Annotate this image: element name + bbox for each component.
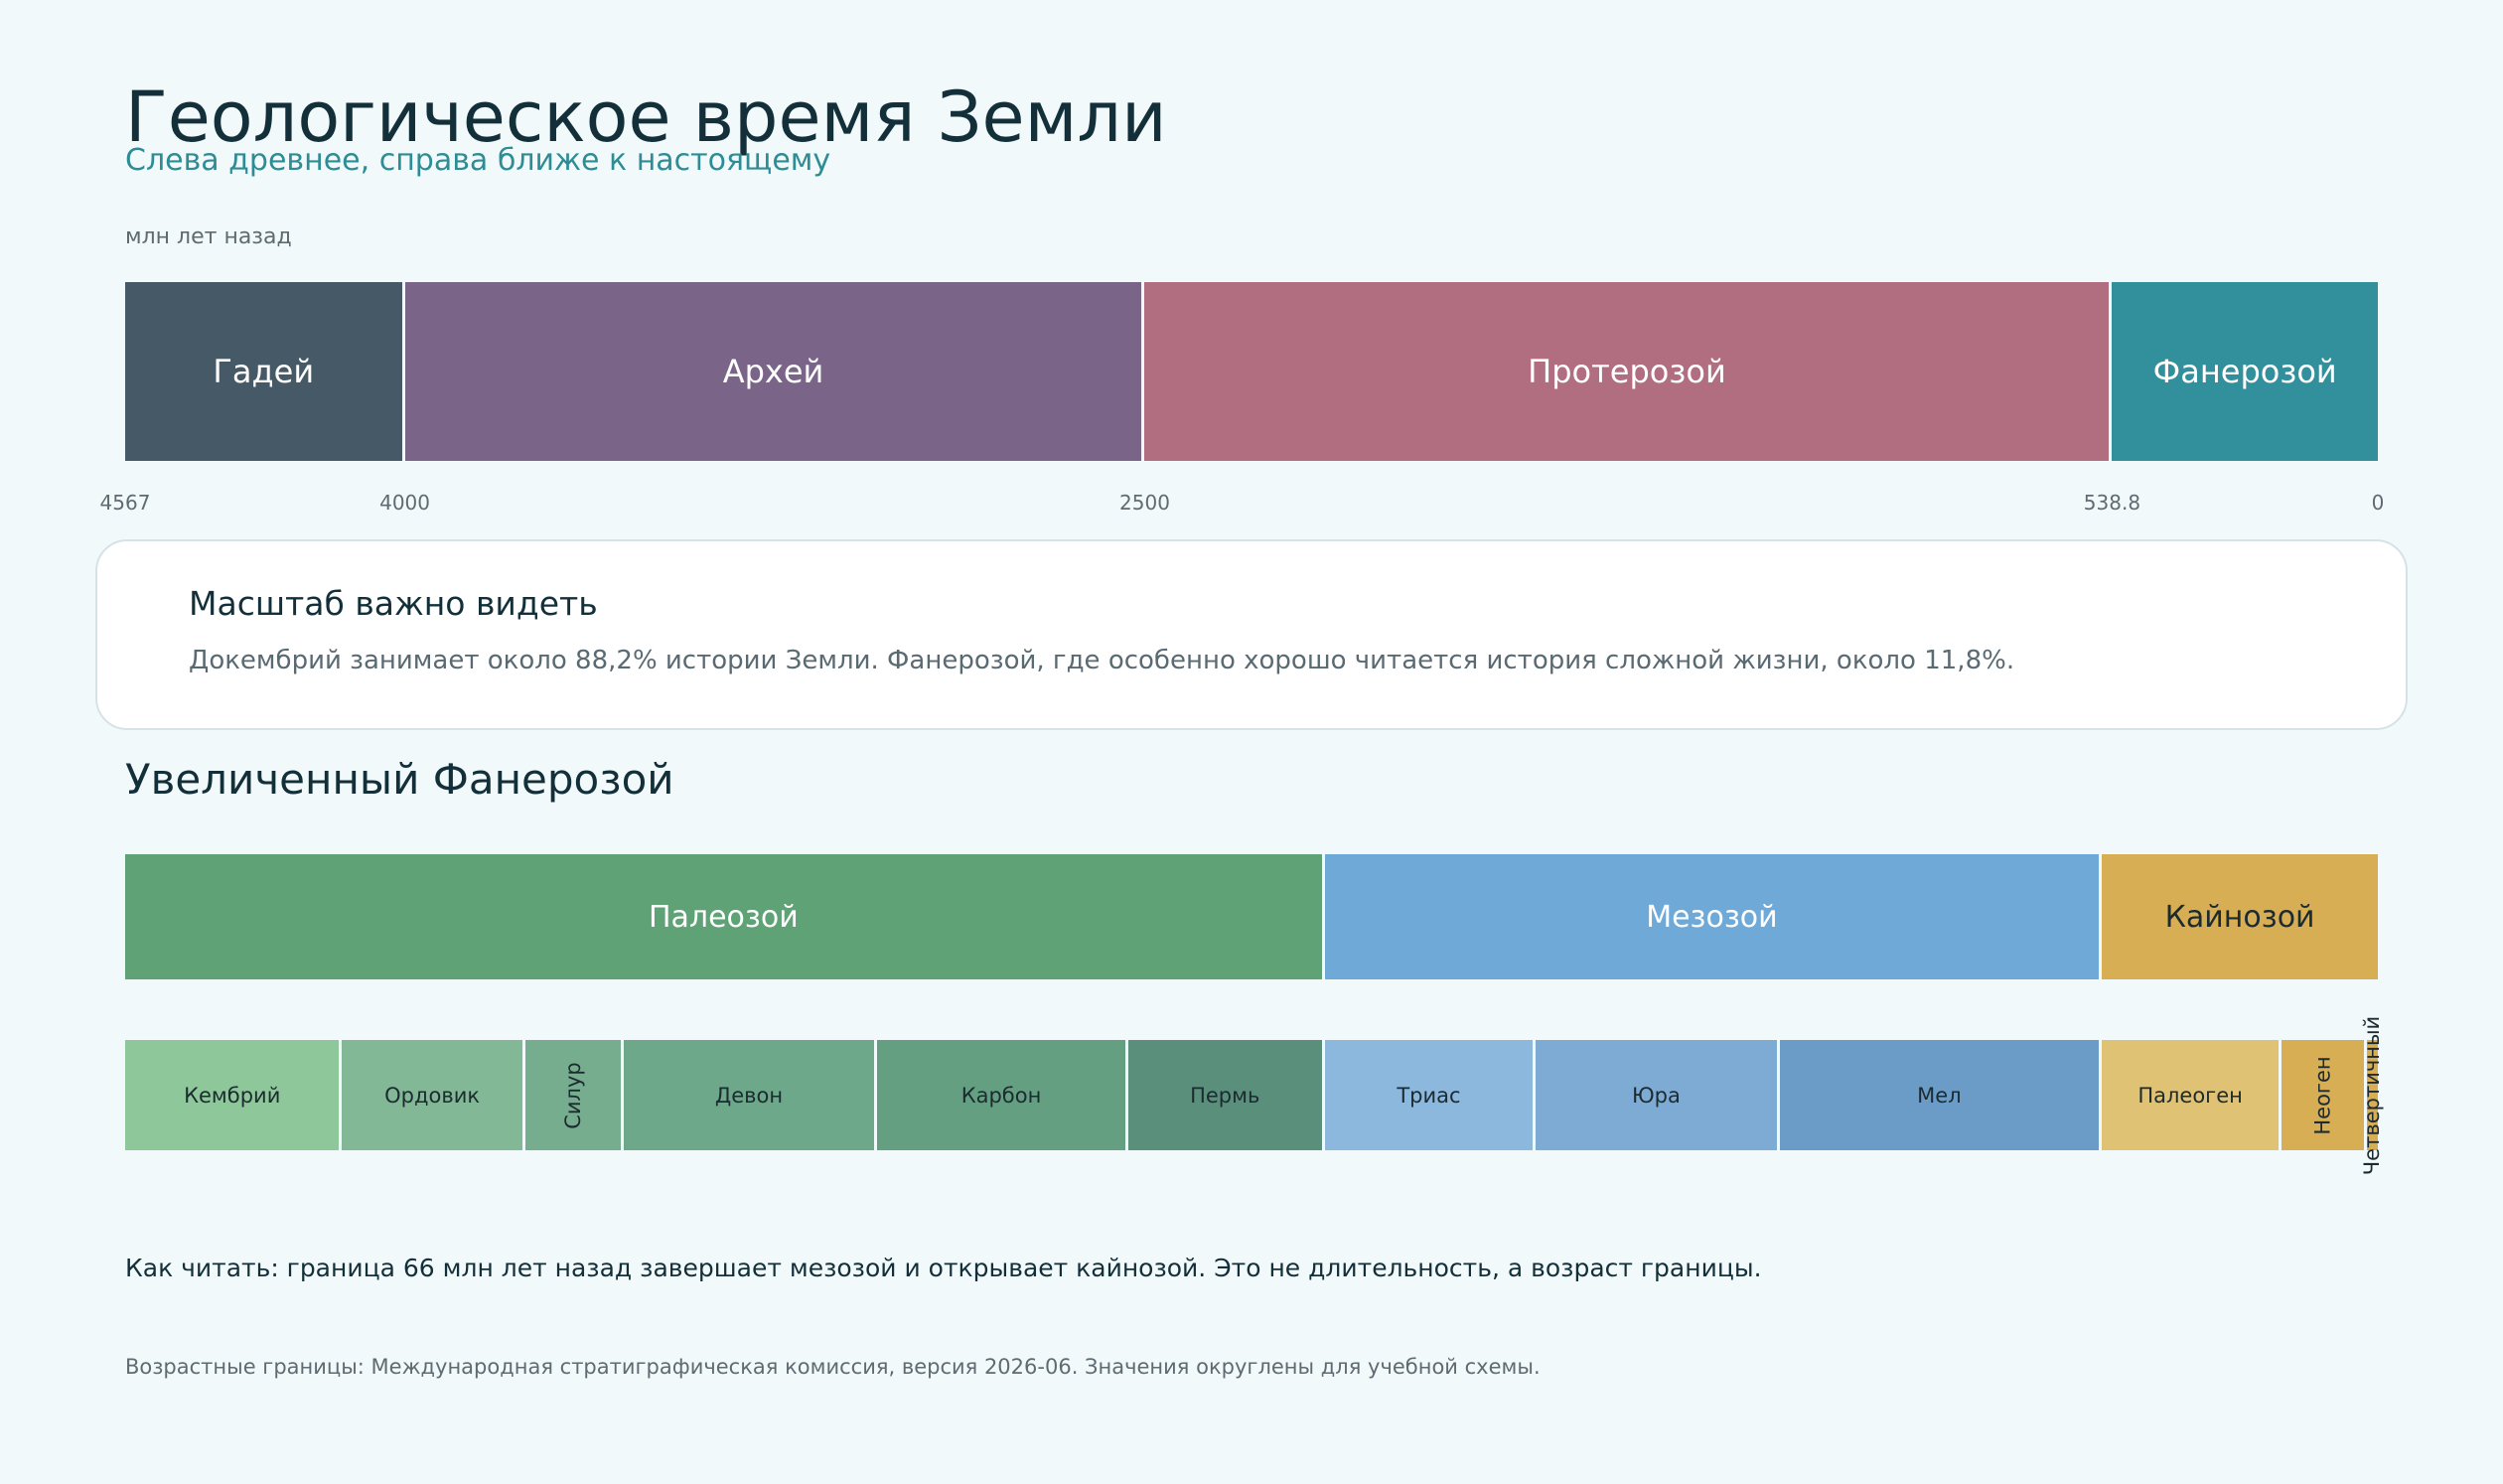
period-segment: Девон [623, 1040, 878, 1150]
eon-segment: Архей [404, 282, 1145, 461]
period-label: Карбон [960, 1083, 1042, 1108]
era-segment: Кайнозой [2102, 854, 2378, 979]
period-label: Девон [714, 1083, 784, 1108]
eon-label: Протерозой [1528, 353, 1726, 390]
period-label: Юра [1631, 1083, 1681, 1108]
zoom-section-title: Увеличенный Фанерозой [125, 755, 674, 804]
axis-tick-label: 2500 [1119, 491, 1170, 515]
axis-tick-label: 4567 [99, 491, 151, 515]
period-segment: Пермь [1127, 1040, 1325, 1150]
period-segment: Триас [1324, 1040, 1537, 1150]
eon-segment: Гадей [125, 282, 405, 461]
period-segment: Мел [1779, 1040, 2103, 1150]
period-segment: Ордовик [342, 1040, 525, 1150]
eon-label: Гадей [213, 353, 315, 390]
period-segment: Четвертичный [2361, 1015, 2385, 1174]
source-note: Возрастные границы: Международная страти… [125, 1355, 1541, 1379]
era-label: Мезозой [1646, 899, 1778, 935]
era-label: Кайнозой [2164, 899, 2315, 935]
period-label: Пермь [1190, 1083, 1260, 1108]
eon-segment: Протерозой [1144, 282, 2113, 461]
period-segment: Юра [1536, 1040, 1780, 1150]
axis-tick-label: 4000 [379, 491, 431, 515]
era-segment: Палеозой [125, 854, 1325, 979]
era-label: Палеозой [648, 899, 799, 935]
period-label: Мел [1917, 1083, 1962, 1108]
period-segment: Палеоген [2102, 1040, 2282, 1150]
period-label: Четвертичный [2360, 1015, 2385, 1175]
page-subtitle: Слева древнее, справа ближе к настоящему [125, 143, 831, 178]
note-title: Масштаб важно видеть [189, 584, 598, 623]
howto-text: Как читать: граница 66 млн лет назад зав… [125, 1254, 1762, 1282]
period-label: Триас [1397, 1083, 1461, 1108]
period-segment: Кембрий [125, 1040, 343, 1150]
period-segment: Неоген [2282, 1040, 2368, 1150]
period-label: Неоген [2310, 1055, 2335, 1135]
period-label: Палеоген [2137, 1083, 2243, 1108]
era-segment: Мезозой [1324, 854, 2103, 979]
note-text: Докембрий занимает около 88,2% истории З… [189, 646, 2015, 675]
axis-tick-label: 0 [2371, 491, 2385, 515]
axis-tick-label: 538.8 [2083, 491, 2141, 515]
eon-label: Фанерозой [2152, 353, 2337, 390]
period-label: Ордовик [384, 1083, 481, 1108]
period-label: Силур [560, 1061, 585, 1129]
period-segment: Карбон [877, 1040, 1128, 1150]
period-label: Кембрий [184, 1083, 281, 1108]
scale-note-card [95, 539, 2408, 730]
axis-unit-label: млн лет назад [125, 224, 292, 249]
eon-segment: Фанерозой [2112, 282, 2378, 461]
period-segment: Силур [524, 1040, 624, 1150]
eon-label: Архей [722, 353, 824, 390]
